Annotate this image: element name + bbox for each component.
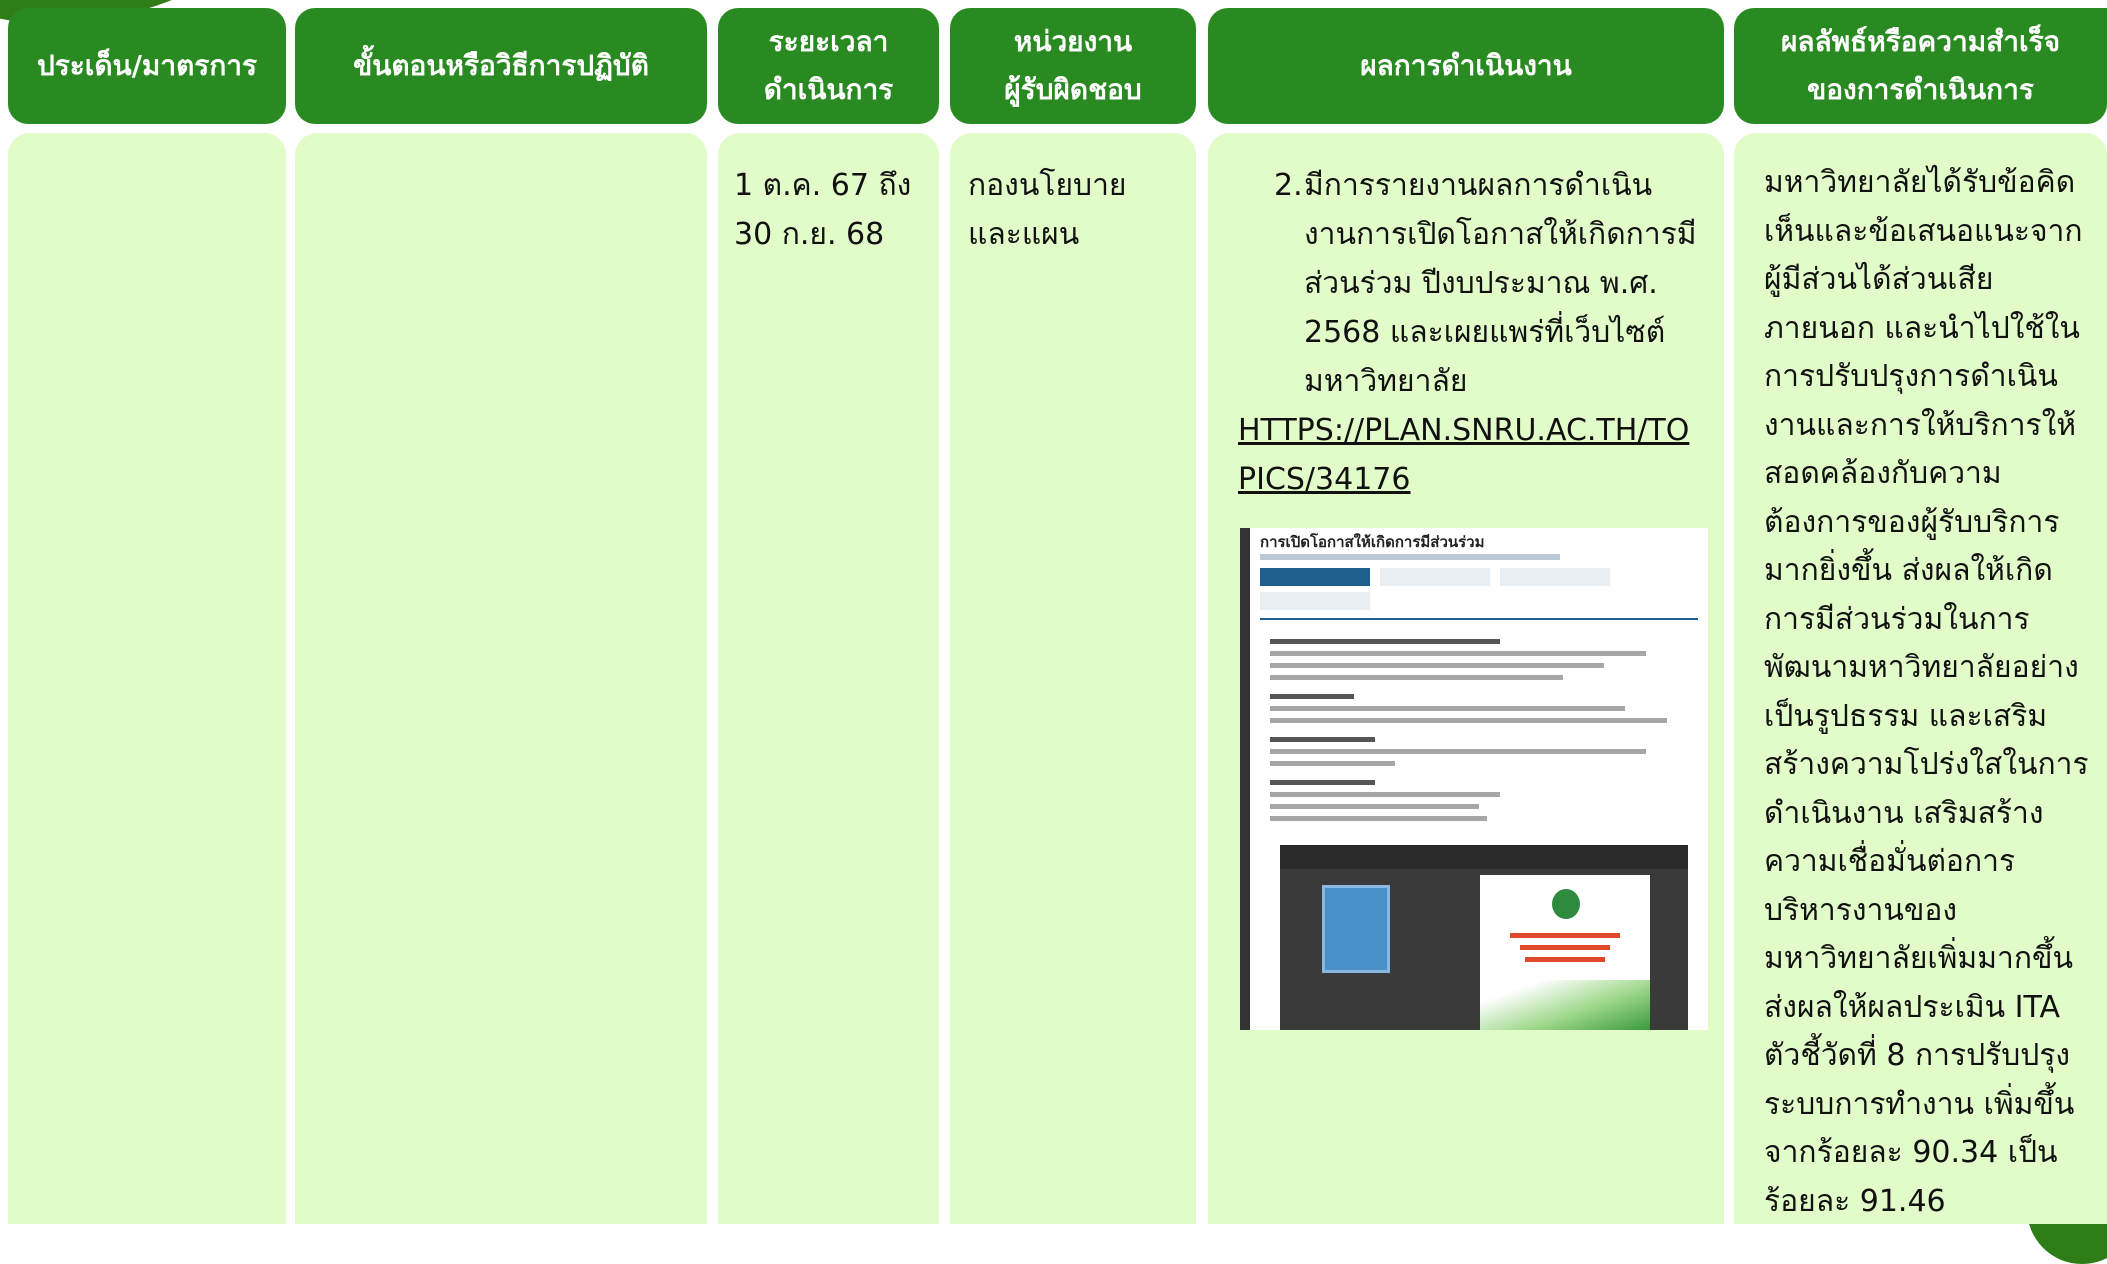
header-duration: ระยะเวลา ดำเนินการ [718, 8, 939, 124]
header-results-label: ผลการดำเนินงาน [1360, 49, 1572, 82]
cell-steps-text [295, 133, 707, 157]
header-duration-label-2: ดำเนินการ [763, 73, 894, 106]
header-achievement-label-1: ผลลัพธ์หรือความสำเร็จ [1780, 25, 2061, 58]
header-issue: ประเด็น/มาตรการ [8, 8, 286, 124]
header-unit: หน่วยงาน ผู้รับผิดชอบ [950, 8, 1196, 124]
cell-achievement-text: มหาวิทยาลัยได้รับข้อคิดเห็นและข้อเสนอแนะ… [1764, 165, 2089, 1219]
cell-unit: กองนโยบายและแผน [950, 133, 1196, 1224]
cell-steps [295, 133, 707, 1224]
cell-issue-text [8, 133, 286, 157]
header-steps: ขั้นตอนหรือวิธีการปฏิบัติ [295, 8, 707, 124]
header-duration-label-1: ระยะเวลา [768, 25, 889, 58]
pdf-viewer [1280, 845, 1688, 1030]
result-number: 2. [1274, 168, 1303, 203]
header-achievement-label-2: ของการดำเนินการ [1807, 73, 2034, 106]
result-item: 2. มีการรายงานผลการดำเนินงานการเปิดโอกาส… [1238, 161, 1704, 406]
screenshot-title: การเปิดโอกาสให้เกิดการมีส่วนร่วม [1260, 533, 1485, 551]
header-achievement: ผลลัพธ์หรือความสำเร็จ ของการดำเนินการ [1734, 8, 2107, 124]
cell-unit-text: กองนโยบายและแผน [968, 168, 1127, 252]
cell-results: 2. มีการรายงานผลการดำเนินงานการเปิดโอกาส… [1208, 133, 1724, 1224]
header-unit-label-1: หน่วยงาน [1013, 25, 1133, 58]
header-unit-label-2: ผู้รับผิดชอบ [1004, 73, 1142, 106]
result-link[interactable]: HTTPS://PLAN.SNRU.AC.TH/TOPICS/34176 [1208, 406, 1724, 504]
header-results: ผลการดำเนินงาน [1208, 8, 1724, 124]
website-screenshot: การเปิดโอกาสให้เกิดการมีส่วนร่วม [1240, 528, 1708, 1030]
cell-duration-text: 1 ต.ค. 67 ถึง 30 ก.ย. 68 [734, 168, 912, 252]
cell-duration: 1 ต.ค. 67 ถึง 30 ก.ย. 68 [718, 133, 939, 1224]
cell-issue [8, 133, 286, 1224]
header-issue-label: ประเด็น/มาตรการ [36, 49, 258, 82]
header-steps-label: ขั้นตอนหรือวิธีการปฏิบัติ [353, 49, 649, 82]
cell-achievement: มหาวิทยาลัยได้รับข้อคิดเห็นและข้อเสนอแนะ… [1734, 133, 2107, 1224]
result-text: มีการรายงานผลการดำเนินงานการเปิดโอกาสให้… [1304, 168, 1697, 399]
